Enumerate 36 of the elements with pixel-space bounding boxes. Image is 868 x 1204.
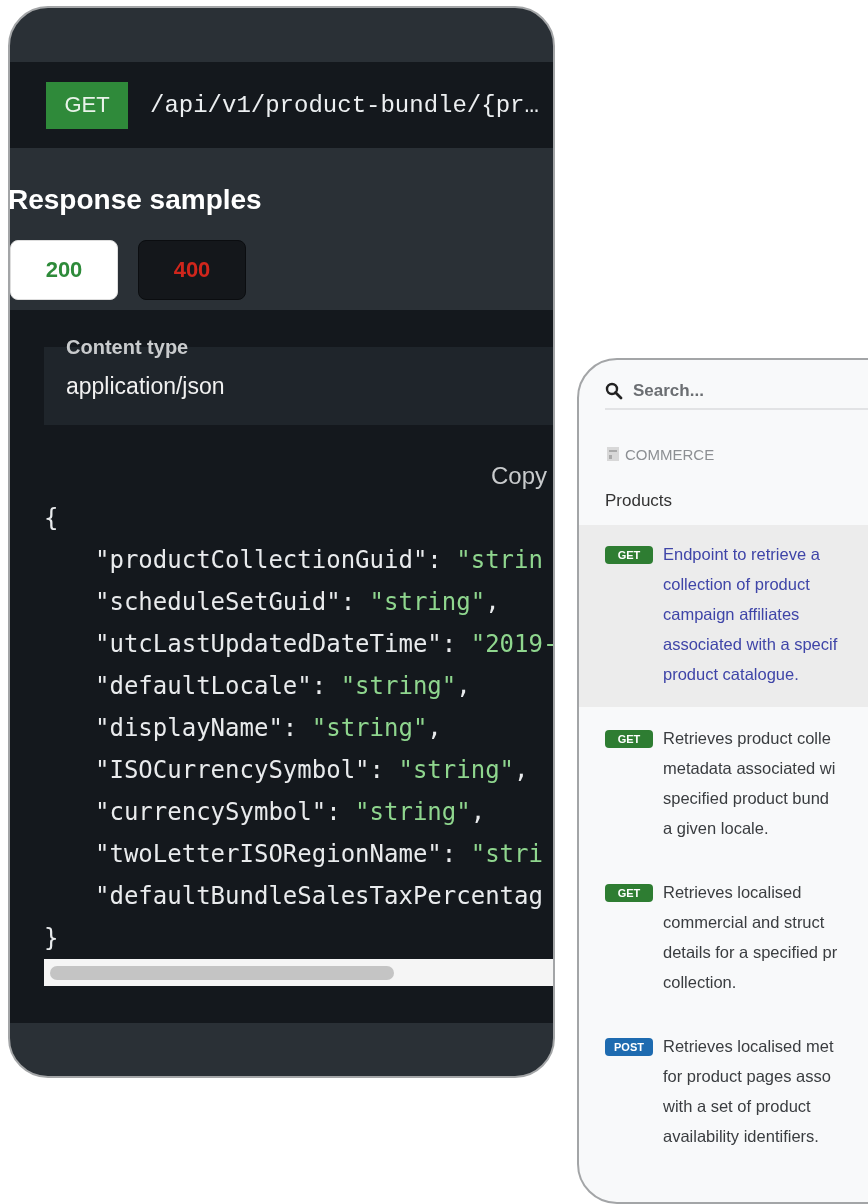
code-line: "utcLastUpdatedDateTime": "2019-: [95, 629, 553, 660]
code-line: "displayName": "string",: [95, 713, 442, 744]
document-icon: [607, 447, 619, 461]
section-heading: Response samples: [10, 183, 263, 217]
search-icon: [605, 382, 623, 400]
field-label: Content type: [66, 335, 189, 359]
scrollbar[interactable]: [44, 959, 553, 986]
method-badge: GET: [605, 884, 653, 902]
code-line: "twoLetterISORegionName": "stri: [95, 839, 543, 870]
copy-button[interactable]: Copy: [490, 461, 547, 491]
code-line: "defaultBundleSalesTaxPercentag: [95, 881, 543, 912]
endpoint-item[interactable]: GET Retrieves localised commercial and struct details for a specified pr collection.: [579, 861, 868, 1015]
method-badge: GET: [605, 730, 653, 748]
code-line: "productCollectionGuid": "strin: [95, 545, 543, 576]
code-line: "currencySymbol": "string",: [95, 797, 486, 828]
endpoint-description: Retrieves localised commercial and struct details for a specified pr collection.: [663, 882, 838, 993]
method-badge: GET: [605, 546, 653, 564]
code-line: {: [44, 503, 59, 534]
search-field[interactable]: Search...: [605, 374, 868, 410]
endpoint-item[interactable]: GET Retrieves product colle metadata associated wi specified product bund a given locale.: [579, 707, 868, 861]
endpoint-description: Retrieves product colle metadata associated wi specified product bund a given locale.: [663, 728, 836, 839]
status-tab[interactable]: 200: [10, 240, 118, 300]
code-line: }: [44, 923, 59, 954]
method-badge: POST: [605, 1038, 653, 1056]
endpoint-description: Retrieves localised met for product pages asso with a set of product availability identifiers.: [663, 1036, 834, 1147]
method-badge: GET: [46, 81, 128, 129]
endpoint-item[interactable]: POST Retrieves localised met for product pages asso with a set of product availability identifiers.: [579, 1015, 868, 1169]
group-label: Products: [605, 490, 673, 512]
section-label: COMMERCE: [625, 445, 715, 463]
code-line: "ISOCurrencySymbol": "string",: [95, 755, 529, 786]
code-line: "defaultLocale": "string",: [95, 671, 471, 702]
endpoint-item[interactable]: GET Endpoint to retrieve a collection of product campaign affiliates associated with a specif product catalogue.: [579, 525, 868, 707]
endpoint-description: Endpoint to retrieve a collection of product campaign affiliates associated with a specif product catalogue.: [663, 544, 838, 685]
endpoint-path: /api/v1/product-bundle/{pr…: [150, 91, 539, 119]
code-line: "scheduleSetGuid": "string",: [95, 587, 500, 618]
content-type-value: application/json: [66, 373, 225, 399]
